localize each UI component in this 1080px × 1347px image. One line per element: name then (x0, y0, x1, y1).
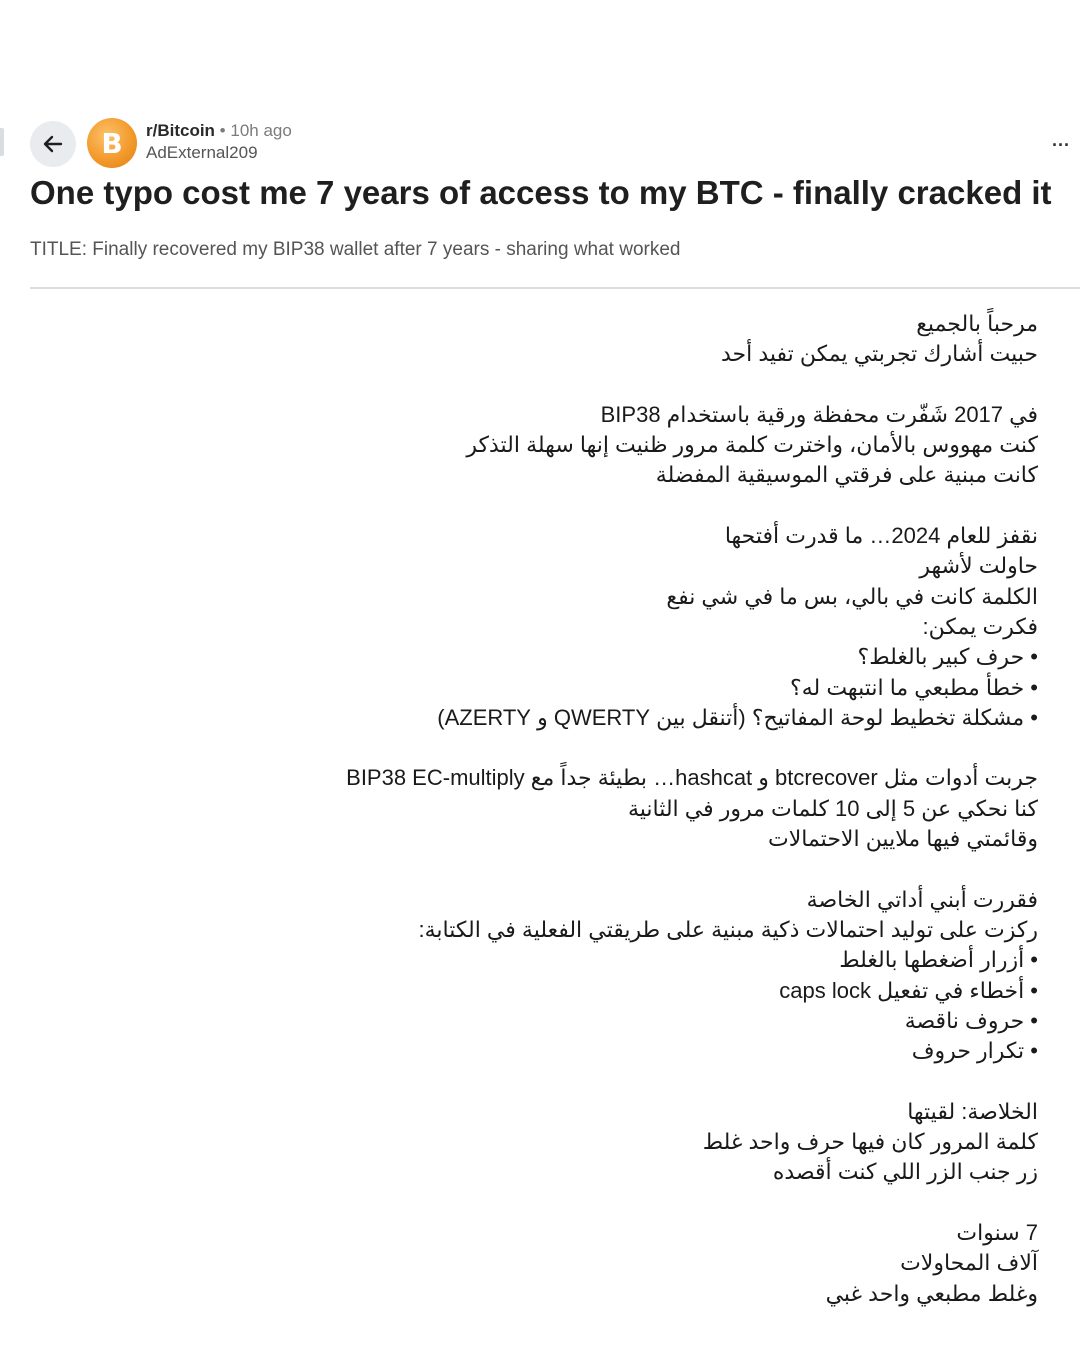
post-body-line: كنا نحكي عن 5 إلى 10 كلمات مرور في الثان… (627, 795, 1038, 821)
post-body-line: ركزت على توليد احتمالات ذكية مبنية على ط… (418, 916, 1038, 942)
post-body-line: • أخطاء في تفعيل caps lock (779, 977, 1038, 1003)
post-body-line: وغلط مطبعي واحد غبي (825, 1280, 1038, 1306)
post-body-line: جربت أدوات مثل btcrecover و hashcat… بطي… (346, 765, 1038, 791)
post-paragraph: نقفز للعام 2024… ما قدرت أفتحها حاولت لأش… (238, 521, 1038, 733)
subreddit-link[interactable]: r/Bitcoin (146, 121, 215, 140)
post-meta: r/Bitcoin • 10h ago AdExternal209 (146, 120, 292, 164)
post-paragraph: في 2017 شَفّرت محفظة ورقية باستخدام BIP3… (238, 400, 1038, 491)
post-body-line: • مشكلة تخطيط لوحة المفاتيح؟ (أتنقل بين … (437, 704, 1038, 730)
post-body-line: • أزرار أضغطها بالغلط (839, 947, 1038, 973)
more-options-button[interactable]: ... (1052, 130, 1070, 151)
back-button[interactable] (30, 121, 76, 167)
meta-separator: • (214, 121, 231, 140)
post-body-line: فقررت أبني أداتي الخاصة (806, 886, 1038, 912)
post-body-line: • حروف ناقصة (904, 1007, 1038, 1033)
post-body-line: كلمة المرور كان فيها حرف واحد غلط (702, 1129, 1038, 1155)
divider (30, 287, 1080, 289)
post-body-line: كانت مبنية على فرقتي الموسيقية المفضلة (655, 462, 1038, 488)
post-body-line: • خطأ مطبعي ما انتبهت له؟ (790, 674, 1038, 700)
previous-panel-edge (0, 128, 4, 156)
post-paragraph: جربت أدوات مثل btcrecover و hashcat… بطي… (238, 763, 1038, 854)
post-body-line: كنت مهووس بالأمان، واخترت كلمة مرور ظنيت… (466, 432, 1038, 458)
post-body-line: مرحباً بالجميع (916, 311, 1038, 336)
arrow-left-icon (43, 135, 63, 153)
post-header: B r/Bitcoin • 10h ago AdExternal209 ... (30, 118, 1070, 170)
post-body-line: زر جنب الزر اللي كنت أقصده (772, 1159, 1038, 1185)
post-body-line: آلاف المحاولات (900, 1250, 1038, 1276)
post-paragraph: الخلاصة: لقيتها كلمة المرور كان فيها حرف … (238, 1097, 1038, 1188)
post-body-line: وقائمتي فيها ملايين الاحتمالات (768, 826, 1038, 852)
post-paragraph: مرحباً بالجميع حبيت أشارك تجربتي يمكن تفي… (238, 309, 1038, 370)
post-body-line: الخلاصة: لقيتها (907, 1098, 1038, 1124)
author-link[interactable]: AdExternal209 (146, 142, 292, 164)
post-paragraph: فقررت أبني أداتي الخاصة ركزت على توليد اح… (238, 885, 1038, 1067)
post-body-line: • تكرار حروف (911, 1038, 1038, 1064)
post-body-line: 7 سنوات (956, 1219, 1038, 1245)
post-paragraph: 7 سنوات آلاف المحاولات وغلط مطبعي واحد غبي (238, 1218, 1038, 1309)
post-body-line: • حرف كبير بالغلط؟ (857, 644, 1038, 670)
post-subtitle: TITLE: Finally recovered my BIP38 wallet… (30, 239, 681, 260)
post-title: One typo cost me 7 years of access to my… (30, 174, 1052, 211)
post-time: 10h ago (230, 121, 292, 140)
post-body-line: في 2017 شَفّرت محفظة ورقية باستخدام BIP3… (600, 401, 1038, 427)
post-body-line: فكرت يمكن: (922, 613, 1038, 639)
post-body-line: حبيت أشارك تجربتي يمكن تفيد أحد (720, 341, 1038, 367)
subreddit-avatar-bitcoin-icon[interactable]: B (87, 118, 137, 168)
post-body: مرحباً بالجميع حبيت أشارك تجربتي يمكن تفي… (238, 309, 1038, 1309)
avatar-letter: B (101, 126, 123, 160)
post-body-line: الكلمة كانت في بالي، بس ما في شي نفع (666, 583, 1038, 609)
post-body-line: نقفز للعام 2024… ما قدرت أفتحها (724, 523, 1038, 549)
post-body-line: حاولت لأشهر (919, 553, 1038, 579)
